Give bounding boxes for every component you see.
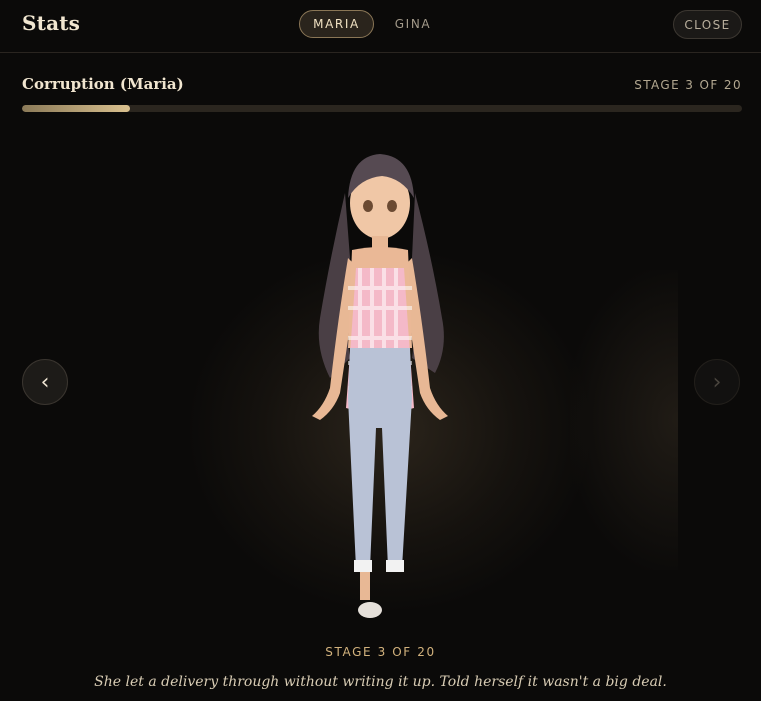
chevron-right-icon[interactable]: › — [694, 359, 740, 405]
tab-gina[interactable]: GINA — [382, 10, 444, 38]
stage-viewer: ‹ › — [0, 120, 761, 640]
tab-maria[interactable]: MARIA — [299, 10, 374, 38]
stage-description: She let a delivery through without writi… — [94, 674, 667, 690]
stage-indicator: STAGE 3 OF 20 — [634, 78, 742, 92]
page-title: Stats — [22, 11, 81, 35]
stats-window: Stats MARIA GINA CLOSE Corruption (Maria… — [0, 0, 761, 701]
section-title: Corruption (Maria) — [22, 75, 184, 93]
character-portrait — [312, 154, 448, 618]
close-button[interactable]: CLOSE — [673, 10, 742, 39]
stage-caption-label: STAGE 3 OF 20 — [325, 645, 436, 659]
chevron-left-icon[interactable]: ‹ — [22, 359, 68, 405]
progress-fill — [22, 105, 130, 112]
progress-bar — [22, 105, 742, 112]
header: Stats MARIA GINA CLOSE — [0, 0, 761, 53]
next-stage-glow — [570, 270, 678, 570]
character-tabs: MARIA GINA — [299, 10, 444, 38]
